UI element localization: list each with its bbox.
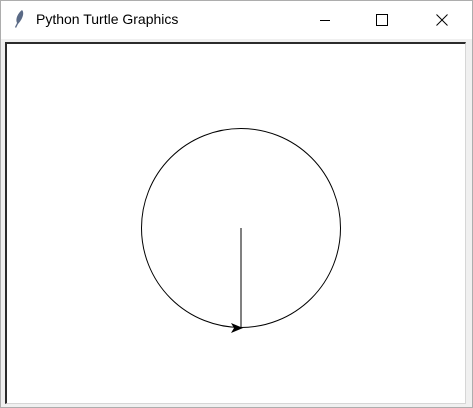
minimize-icon: [319, 14, 331, 26]
window-title: Python Turtle Graphics: [36, 11, 179, 27]
drawing-surface: [141, 128, 341, 333]
minimize-button[interactable]: [302, 1, 348, 39]
maximize-icon: [376, 14, 388, 26]
close-icon: [436, 14, 448, 26]
feather-icon: [11, 9, 27, 29]
close-button[interactable]: [419, 1, 465, 39]
turtle-canvas[interactable]: [5, 42, 466, 404]
title-bar[interactable]: Python Turtle Graphics: [1, 1, 472, 39]
maximize-button[interactable]: [359, 1, 405, 39]
turtle-window: Python Turtle Graphics: [0, 0, 473, 408]
